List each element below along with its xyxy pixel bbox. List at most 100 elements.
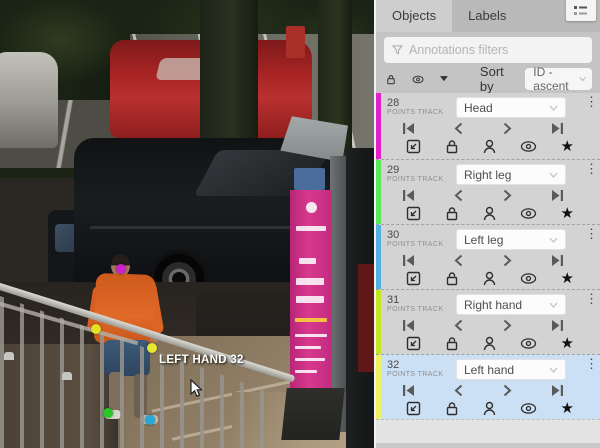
expand-all-icon[interactable] bbox=[440, 75, 448, 83]
last-keyframe-icon[interactable] bbox=[551, 254, 564, 267]
keyframe-star-icon[interactable]: ★ bbox=[561, 402, 574, 416]
unlock-icon[interactable] bbox=[445, 139, 459, 154]
next-keyframe-icon[interactable] bbox=[503, 384, 512, 397]
sidebar-bottom-strip bbox=[376, 443, 600, 448]
unlock-icon[interactable] bbox=[445, 336, 459, 351]
label-select-value: Head bbox=[464, 101, 493, 115]
head-point[interactable] bbox=[116, 264, 126, 274]
objects-sidebar: Objects Labels bbox=[374, 0, 600, 448]
red-vertical-sign bbox=[358, 264, 374, 372]
kiosk-base bbox=[281, 388, 344, 440]
object-list: 28 POINTS TRACK Head ⋮ bbox=[376, 93, 600, 419]
prev-keyframe-icon[interactable] bbox=[454, 319, 463, 332]
keyframe-star-icon[interactable]: ★ bbox=[561, 140, 574, 154]
left-foot-point[interactable] bbox=[145, 415, 155, 425]
outside-icon[interactable] bbox=[406, 139, 421, 154]
occluded-person-icon[interactable] bbox=[483, 271, 496, 286]
last-keyframe-icon[interactable] bbox=[551, 319, 564, 332]
first-keyframe-icon[interactable] bbox=[402, 122, 415, 135]
visibility-eye-icon[interactable] bbox=[520, 207, 537, 220]
hide-all-icon[interactable] bbox=[412, 73, 424, 86]
first-keyframe-icon[interactable] bbox=[402, 254, 415, 267]
object-menu-icon[interactable]: ⋮ bbox=[585, 359, 597, 368]
next-keyframe-icon[interactable] bbox=[503, 122, 512, 135]
first-keyframe-icon[interactable] bbox=[402, 189, 415, 202]
prev-keyframe-icon[interactable] bbox=[454, 384, 463, 397]
object-item[interactable]: 32 POINTS TRACK Left hand ⋮ bbox=[376, 354, 600, 419]
sort-select[interactable]: ID - ascent bbox=[525, 68, 592, 90]
object-menu-icon[interactable]: ⋮ bbox=[585, 229, 597, 238]
object-item[interactable]: 28 POINTS TRACK Head ⋮ bbox=[376, 93, 600, 159]
banner-text-line bbox=[296, 226, 326, 231]
label-select-value: Left leg bbox=[464, 233, 503, 247]
outside-icon[interactable] bbox=[406, 336, 421, 351]
object-actions-row: ★ bbox=[376, 137, 600, 156]
video-canvas[interactable]: LEFT HAND 32 bbox=[0, 0, 374, 448]
right-hand-point[interactable] bbox=[91, 324, 101, 334]
last-keyframe-icon[interactable] bbox=[551, 189, 564, 202]
visibility-eye-icon[interactable] bbox=[520, 337, 537, 350]
next-keyframe-icon[interactable] bbox=[503, 254, 512, 267]
tab-labels[interactable]: Labels bbox=[452, 0, 522, 32]
chevron-down-icon bbox=[549, 105, 558, 111]
unlock-icon[interactable] bbox=[445, 401, 459, 416]
label-select[interactable]: Right hand bbox=[456, 294, 566, 315]
visibility-eye-icon[interactable] bbox=[520, 402, 537, 415]
object-item[interactable]: 29 POINTS TRACK Right leg ⋮ bbox=[376, 159, 600, 224]
keyframe-star-icon[interactable]: ★ bbox=[561, 337, 574, 351]
annotations-filter-input[interactable] bbox=[409, 43, 584, 57]
outside-icon[interactable] bbox=[406, 271, 421, 286]
object-type: POINTS TRACK bbox=[387, 176, 443, 183]
banner-heart-logo bbox=[306, 202, 317, 213]
right-foot-point[interactable] bbox=[103, 408, 113, 418]
outside-icon[interactable] bbox=[406, 206, 421, 221]
sidebar-empty-area bbox=[376, 419, 600, 443]
label-select[interactable]: Right leg bbox=[456, 164, 566, 185]
object-menu-icon[interactable]: ⋮ bbox=[585, 97, 597, 106]
occluded-person-icon[interactable] bbox=[483, 336, 496, 351]
banner-text-line bbox=[296, 296, 324, 303]
object-item[interactable]: 30 POINTS TRACK Left leg ⋮ bbox=[376, 224, 600, 289]
label-select[interactable]: Left hand bbox=[456, 359, 566, 380]
object-type: POINTS TRACK bbox=[387, 241, 443, 248]
keyframe-star-icon[interactable]: ★ bbox=[561, 207, 574, 221]
prev-keyframe-icon[interactable] bbox=[454, 122, 463, 135]
occluded-person-icon[interactable] bbox=[483, 139, 496, 154]
annotations-filter-field[interactable] bbox=[384, 37, 592, 63]
unlock-icon[interactable] bbox=[445, 271, 459, 286]
last-keyframe-icon[interactable] bbox=[551, 122, 564, 135]
object-item[interactable]: 31 POINTS TRACK Right hand ⋮ bbox=[376, 289, 600, 354]
occluded-person-icon[interactable] bbox=[483, 401, 496, 416]
label-select[interactable]: Left leg bbox=[456, 229, 566, 250]
outside-icon[interactable] bbox=[406, 401, 421, 416]
filter-funnel-icon bbox=[392, 44, 403, 56]
banner-text-line bbox=[295, 318, 327, 322]
keyframe-nav-row bbox=[376, 316, 600, 335]
railing-post-cap bbox=[62, 372, 72, 380]
tab-objects[interactable]: Objects bbox=[376, 0, 452, 32]
prev-keyframe-icon[interactable] bbox=[454, 254, 463, 267]
lock-all-icon[interactable] bbox=[386, 72, 396, 87]
appearance-menu-button[interactable] bbox=[566, 0, 596, 21]
object-actions-row: ★ bbox=[376, 204, 600, 223]
object-actions-row: ★ bbox=[376, 399, 600, 418]
prev-keyframe-icon[interactable] bbox=[454, 189, 463, 202]
object-type: POINTS TRACK bbox=[387, 371, 443, 378]
first-keyframe-icon[interactable] bbox=[402, 384, 415, 397]
object-menu-icon[interactable]: ⋮ bbox=[585, 294, 597, 303]
sort-select-value: ID - ascent bbox=[533, 65, 579, 93]
unlock-icon[interactable] bbox=[445, 206, 459, 221]
next-keyframe-icon[interactable] bbox=[503, 189, 512, 202]
left-hand-point[interactable] bbox=[147, 343, 157, 353]
chevron-down-icon bbox=[549, 367, 558, 373]
blue-sign bbox=[294, 168, 325, 190]
label-select[interactable]: Head bbox=[456, 97, 566, 118]
first-keyframe-icon[interactable] bbox=[402, 319, 415, 332]
visibility-eye-icon[interactable] bbox=[520, 140, 537, 153]
visibility-eye-icon[interactable] bbox=[520, 272, 537, 285]
keyframe-star-icon[interactable]: ★ bbox=[561, 272, 574, 286]
last-keyframe-icon[interactable] bbox=[551, 384, 564, 397]
occluded-person-icon[interactable] bbox=[483, 206, 496, 221]
next-keyframe-icon[interactable] bbox=[503, 319, 512, 332]
object-menu-icon[interactable]: ⋮ bbox=[585, 164, 597, 173]
